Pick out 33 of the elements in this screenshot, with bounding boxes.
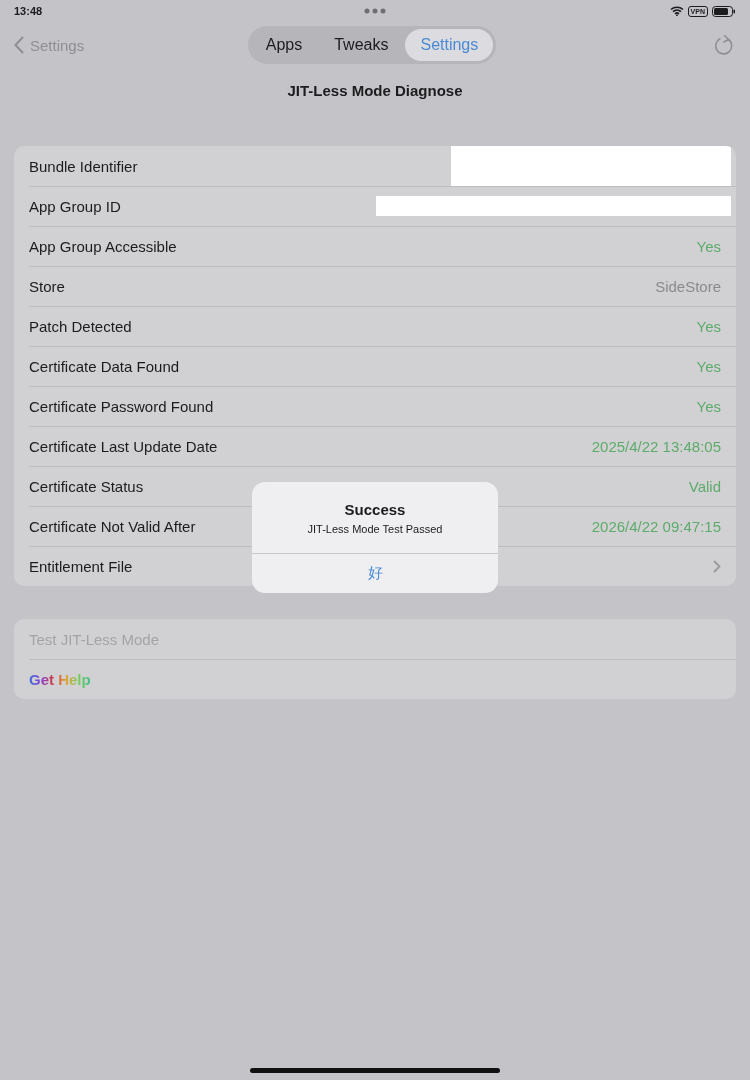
- row-value: Yes: [696, 397, 721, 415]
- row-value: Valid: [688, 477, 721, 495]
- ok-button[interactable]: 好: [252, 553, 498, 593]
- clock-time: 13:48: [14, 5, 44, 17]
- battery-icon: [712, 5, 736, 17]
- more-icon: [364, 8, 386, 14]
- row-label: App Group Accessible: [29, 237, 177, 255]
- chevron-icon[interactable]: [713, 559, 721, 573]
- wifi-icon: [669, 6, 684, 16]
- row-label: Patch Detected: [29, 317, 132, 335]
- alert-message: JIT-Less Mode Test Passed: [306, 523, 444, 535]
- row-label: Store: [29, 277, 65, 295]
- row-label: Entitlement File: [29, 557, 133, 575]
- row-label: Certificate Not Valid After: [29, 517, 196, 535]
- row-label: Bundle Identifier: [29, 157, 138, 175]
- row-value: SideStore: [655, 277, 721, 295]
- row-value: 2025/4/22 13:48:05: [591, 437, 721, 455]
- back-chevron-icon: [14, 36, 24, 54]
- row-value: 2026/4/22 09:47:15: [591, 517, 721, 535]
- alert-title: Success: [343, 501, 407, 518]
- row-label: App Group ID: [29, 197, 121, 215]
- row-value: Yes: [696, 237, 721, 255]
- row-value: Yes: [696, 317, 721, 335]
- tab[interactable]: Tweaks: [319, 29, 404, 61]
- tab[interactable]: Settings: [405, 29, 494, 61]
- row-value: Yes: [696, 357, 721, 375]
- page-title: JIT-Less Mode Diagnose: [286, 82, 464, 99]
- row-label: Certificate Data Found: [29, 357, 180, 375]
- refresh-icon[interactable]: [714, 34, 734, 56]
- row-label: Certificate Status: [29, 477, 144, 495]
- row-label: Certificate Password Found: [29, 397, 214, 415]
- row-label: Certificate Last Update Date: [29, 437, 218, 455]
- tab[interactable]: Apps: [250, 29, 318, 61]
